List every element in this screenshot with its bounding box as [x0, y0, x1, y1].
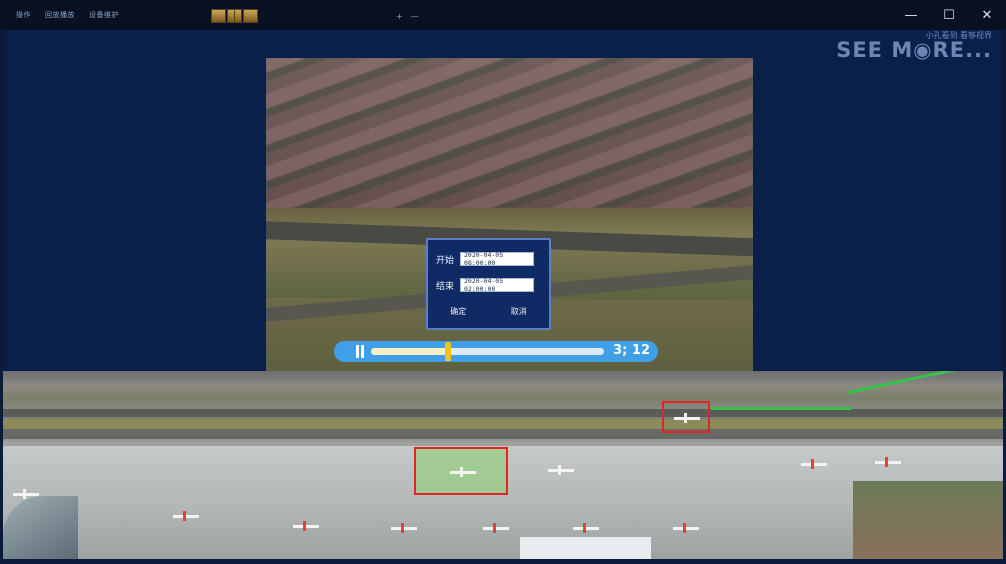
progress-thumb[interactable] [444, 342, 451, 361]
menu-item-device-maintenance[interactable]: 设备维护 [89, 10, 119, 20]
start-label: 开始 [436, 255, 455, 266]
aircraft-icon [293, 521, 319, 531]
minimize-button[interactable]: — [892, 0, 930, 30]
pano-runway-upper [3, 409, 1003, 417]
brand-logo: 小孔看到 看够视界 SEE M◉RE... [836, 30, 992, 62]
pano-right-area [853, 481, 1003, 559]
progress-fill [371, 348, 448, 355]
end-time-input[interactable]: 2020-04-05 02:00:00 [460, 277, 534, 293]
close-button[interactable]: ✕ [968, 0, 1006, 30]
window-controls: — ☐ ✕ [892, 0, 1006, 30]
aircraft-icon [875, 457, 901, 467]
zoom-controls: + — [396, 12, 419, 21]
aircraft-icon [801, 459, 827, 469]
playback-time: 3; 12 [613, 343, 650, 358]
pause-icon[interactable] [356, 345, 364, 358]
layout-grid-icon[interactable] [227, 9, 242, 23]
aircraft-icon [674, 413, 700, 423]
confirm-button[interactable]: 确定 [450, 306, 466, 317]
start-row: 开始 2020-04-05 08:00:00 [436, 251, 534, 267]
top-bar: 操作 回放播放 设备维护 + — — ☐ ✕ [0, 0, 1006, 30]
pano-grass-strip [3, 419, 1003, 429]
zoom-in-button[interactable]: + [396, 12, 403, 21]
aircraft-icon [391, 523, 417, 533]
end-row: 结束 2020-04-05 02:00:00 [436, 277, 534, 293]
end-label: 结束 [436, 281, 455, 292]
pano-building [520, 537, 651, 559]
menu-item-playback[interactable]: 回放播放 [45, 10, 75, 20]
aircraft-icon [13, 489, 39, 499]
target-box-runway[interactable] [662, 401, 710, 433]
target-box-apron[interactable] [414, 447, 508, 495]
aircraft-icon [450, 467, 476, 477]
aircraft-icon [673, 523, 699, 533]
video-city-area [266, 58, 753, 208]
cancel-button[interactable]: 取消 [511, 306, 527, 317]
aircraft-icon [573, 523, 599, 533]
panorama-view[interactable] [3, 371, 1003, 559]
brand-logo-text: SEE M◉RE... [836, 38, 992, 62]
flight-trail-climb [847, 371, 1003, 394]
main-menu: 操作 回放播放 设备维护 [16, 10, 119, 20]
dialog-buttons: 确定 取消 [428, 306, 549, 317]
layout-single-icon[interactable] [211, 9, 226, 23]
menu-item-operation[interactable]: 操作 [16, 10, 31, 20]
start-time-input[interactable]: 2020-04-05 08:00:00 [460, 251, 534, 267]
layout-buttons [211, 9, 259, 23]
flight-trail [711, 407, 851, 410]
pano-runway-lower [3, 429, 1003, 439]
aircraft-icon [548, 465, 574, 475]
time-range-dialog: 开始 2020-04-05 08:00:00 结束 2020-04-05 02:… [426, 238, 551, 330]
bottom-strip [0, 559, 1006, 564]
playback-bar: 3; 12 [334, 341, 658, 362]
layout-multi-icon[interactable] [243, 9, 258, 23]
progress-track[interactable] [371, 348, 604, 355]
zoom-out-button[interactable]: — [411, 12, 419, 21]
aircraft-icon [483, 523, 509, 533]
aircraft-icon [173, 511, 199, 521]
maximize-button[interactable]: ☐ [930, 0, 968, 30]
